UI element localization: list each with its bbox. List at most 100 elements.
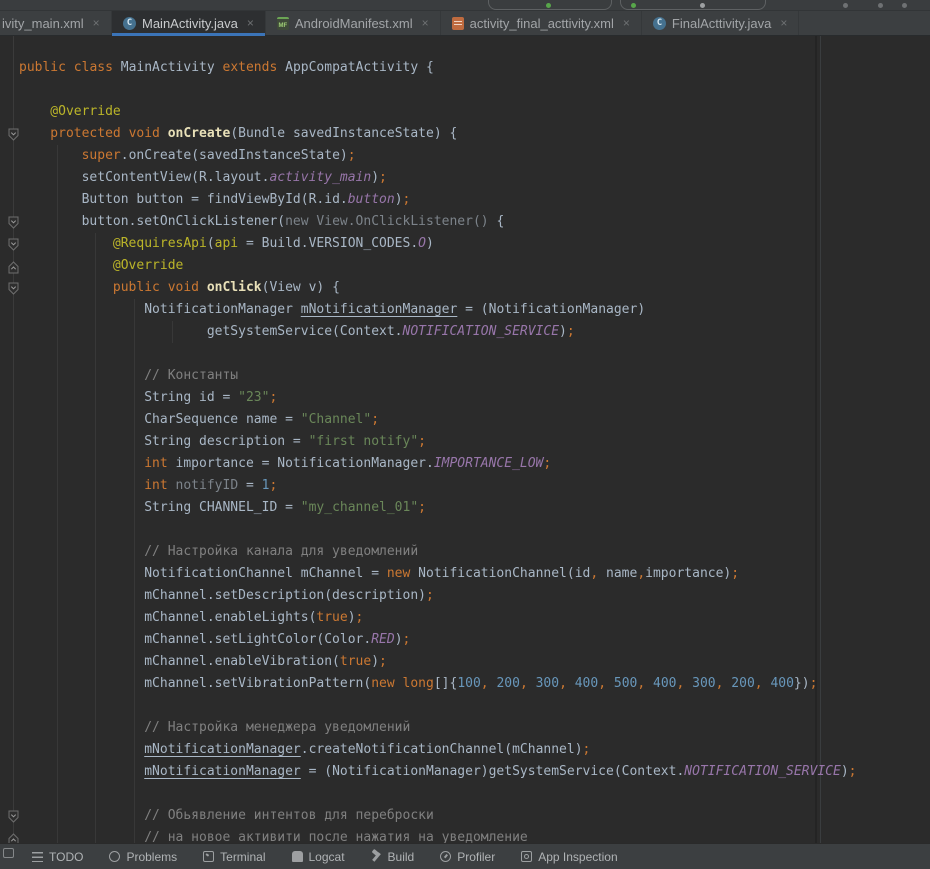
code-line[interactable]: String id = "23"; bbox=[0, 387, 930, 409]
code-line[interactable]: @Override bbox=[0, 255, 930, 277]
code-token: public class bbox=[19, 60, 113, 75]
code-token: 300 bbox=[536, 676, 559, 691]
tab-androidmanifest-xml[interactable]: MFAndroidManifest.xml× bbox=[266, 11, 441, 35]
tool-window-button-logcat[interactable]: Logcat bbox=[292, 850, 345, 864]
code-token: ; bbox=[418, 434, 426, 449]
code-line[interactable]: getSystemService(Context.NOTIFICATION_SE… bbox=[0, 321, 930, 343]
code-token: 200 bbox=[731, 676, 754, 691]
code-line[interactable]: mNotificationManager = (NotificationMana… bbox=[0, 761, 930, 783]
fold-marker-down[interactable] bbox=[8, 237, 19, 256]
code-token: NotificationChannel(id bbox=[410, 566, 590, 581]
tool-window-button-app-inspection[interactable]: App Inspection bbox=[521, 850, 617, 864]
fold-marker-down[interactable] bbox=[8, 127, 19, 146]
code-line[interactable]: String description = "first notify"; bbox=[0, 431, 930, 453]
tool-window-button-label: Logcat bbox=[309, 850, 345, 864]
code-line[interactable]: public class MainActivity extends AppCom… bbox=[0, 57, 930, 79]
close-icon[interactable]: × bbox=[247, 16, 254, 30]
code-token: ) bbox=[348, 610, 356, 625]
close-icon[interactable]: × bbox=[422, 16, 429, 30]
code-token: importance) bbox=[645, 566, 731, 581]
code-line[interactable]: public void onClick(View v) { bbox=[0, 277, 930, 299]
code-token: new View.OnClickListener() bbox=[285, 214, 496, 229]
close-icon[interactable]: × bbox=[93, 16, 100, 30]
code-line[interactable]: // на новое активити после нажатия на ув… bbox=[0, 827, 930, 843]
code-line[interactable] bbox=[0, 519, 930, 541]
tool-window-button-problems[interactable]: Problems bbox=[109, 850, 177, 864]
tool-window-button-label: Profiler bbox=[457, 850, 495, 864]
layout-xml-icon bbox=[452, 17, 464, 30]
tool-window-button-build[interactable]: Build bbox=[371, 850, 415, 864]
fold-marker-up[interactable] bbox=[8, 259, 19, 278]
code-line[interactable]: mChannel.enableLights(true); bbox=[0, 607, 930, 629]
code-line[interactable]: Button button = findViewById(R.id.button… bbox=[0, 189, 930, 211]
code-line[interactable]: button.setOnClickListener(new View.OnCli… bbox=[0, 211, 930, 233]
code-line[interactable]: int notifyID = 1; bbox=[0, 475, 930, 497]
code-line[interactable]: // Настройка канала для уведомлений bbox=[0, 541, 930, 563]
tab-ivity-main-xml[interactable]: ivity_main.xml × bbox=[0, 11, 112, 35]
code-line[interactable]: NotificationManager mNotificationManager… bbox=[0, 299, 930, 321]
code-line[interactable]: mChannel.setLightColor(Color.RED); bbox=[0, 629, 930, 651]
code-token: "first notify" bbox=[309, 434, 419, 449]
fold-marker-down[interactable] bbox=[8, 281, 19, 300]
code-line[interactable]: @Override bbox=[0, 101, 930, 123]
build-icon bbox=[371, 851, 382, 862]
tab-label: ivity_main.xml bbox=[2, 16, 84, 31]
code-token: mNotificationManager bbox=[144, 764, 301, 779]
code-line[interactable]: CharSequence name = "Channel"; bbox=[0, 409, 930, 431]
code-line[interactable]: // Настройка менеджера уведомлений bbox=[0, 717, 930, 739]
code-token: 400 bbox=[770, 676, 793, 691]
code-line[interactable]: mNotificationManager.createNotificationC… bbox=[0, 739, 930, 761]
code-token: int bbox=[144, 456, 167, 471]
code-token: 500 bbox=[614, 676, 637, 691]
close-icon[interactable]: × bbox=[623, 16, 630, 30]
code-line[interactable]: mChannel.setDescription(description); bbox=[0, 585, 930, 607]
tab-mainactivity-java[interactable]: CMainActivity.java× bbox=[112, 11, 266, 35]
code-token: 400 bbox=[575, 676, 598, 691]
code-token: ( bbox=[207, 236, 215, 251]
tab-label: AndroidManifest.xml bbox=[295, 16, 413, 31]
code-token bbox=[199, 280, 207, 295]
problems-icon bbox=[109, 851, 120, 862]
tab-activity-final-acttivity-xml[interactable]: activity_final_acttivity.xml× bbox=[441, 11, 642, 35]
code-token: ; bbox=[269, 390, 277, 405]
todo-icon bbox=[32, 852, 43, 862]
code-line[interactable]: NotificationChannel mChannel = new Notif… bbox=[0, 563, 930, 585]
code-line[interactable]: mChannel.enableVibration(true); bbox=[0, 651, 930, 673]
tool-window-stripe-icon[interactable] bbox=[3, 848, 14, 858]
code-line[interactable]: protected void onCreate(Bundle savedInst… bbox=[0, 123, 930, 145]
tab-finalacttivity-java[interactable]: CFinalActtivity.java× bbox=[642, 11, 799, 35]
fold-marker-up[interactable] bbox=[8, 831, 19, 843]
code-token: ; bbox=[426, 588, 434, 603]
code-line[interactable]: super.onCreate(savedInstanceState); bbox=[0, 145, 930, 167]
close-icon[interactable]: × bbox=[780, 16, 787, 30]
fold-marker-down[interactable] bbox=[8, 809, 19, 828]
code-token: NOTIFICATION_SERVICE bbox=[403, 324, 560, 339]
code-token: String id = bbox=[144, 390, 238, 405]
code-editor[interactable]: public class MainActivity extends AppCom… bbox=[0, 36, 930, 843]
code-token: NotificationManager bbox=[144, 302, 301, 317]
code-line[interactable] bbox=[0, 343, 930, 365]
code-text[interactable]: public class MainActivity extends AppCom… bbox=[0, 36, 930, 843]
code-line[interactable]: int importance = NotificationManager.IMP… bbox=[0, 453, 930, 475]
code-token: new bbox=[387, 566, 410, 581]
code-line[interactable]: @RequiresApi(api = Build.VERSION_CODES.O… bbox=[0, 233, 930, 255]
code-token: public void bbox=[113, 280, 199, 295]
code-token: ; bbox=[379, 654, 387, 669]
tool-window-button-terminal[interactable]: Terminal bbox=[203, 850, 265, 864]
code-line[interactable]: // Обьявление интентов для переброски bbox=[0, 805, 930, 827]
code-token: // Настройка канала для уведомлений bbox=[144, 544, 418, 559]
fold-marker-down[interactable] bbox=[8, 215, 19, 234]
code-token: long bbox=[403, 676, 434, 691]
code-line[interactable] bbox=[0, 783, 930, 805]
code-line[interactable] bbox=[0, 79, 930, 101]
tool-window-button-profiler[interactable]: Profiler bbox=[440, 850, 495, 864]
code-line[interactable]: String CHANNEL_ID = "my_channel_01"; bbox=[0, 497, 930, 519]
code-line[interactable] bbox=[0, 695, 930, 717]
code-line[interactable]: // Константы bbox=[0, 365, 930, 387]
code-token: , bbox=[598, 676, 614, 691]
toolbar-widget-group[interactable] bbox=[620, 0, 766, 10]
code-line[interactable]: mChannel.setVibrationPattern(new long[]{… bbox=[0, 673, 930, 695]
tool-window-button-todo[interactable]: TODO bbox=[32, 850, 83, 864]
code-line[interactable]: setContentView(R.layout.activity_main); bbox=[0, 167, 930, 189]
code-token: ; bbox=[269, 478, 277, 493]
